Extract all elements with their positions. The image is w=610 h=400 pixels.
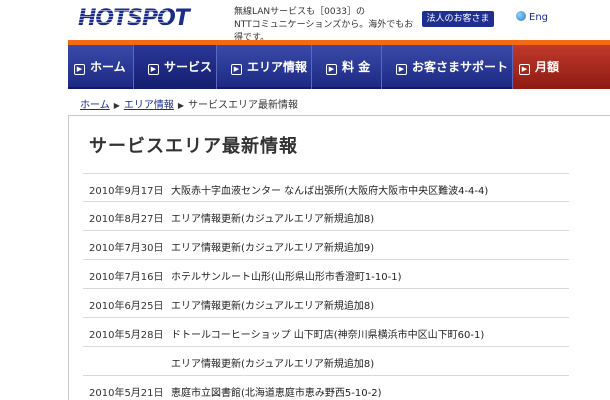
logo-stripes — [68, 8, 168, 32]
nav-item-home[interactable]: ▶ ホーム — [68, 45, 134, 89]
page-title: サービスエリア最新情報 — [89, 136, 298, 157]
nav-item-label: エリア情報 — [247, 60, 308, 74]
news-text: ホテルサンルート山形(山形県山形市香澄町1-10-1) — [171, 272, 402, 283]
news-date: 2010年5月28日 — [89, 330, 164, 341]
nav-item-label: 料 金 — [342, 60, 371, 74]
nav-item-service[interactable]: ▶ サービス — [134, 45, 217, 89]
news-text: エリア情報更新(カジュアルエリア新規追加9) — [171, 243, 375, 254]
news-text: 大阪赤十字血液センター なんば出張所(大阪府大阪市中央区難波4-4-4) — [171, 186, 489, 197]
news-text: エリア情報更新(カジュアルエリア新規追加8) — [171, 214, 375, 225]
tagline-line-1: 無線LANサービスも［0033］の — [234, 7, 366, 17]
corporate-customers-button[interactable]: 法人のお客さま — [422, 11, 494, 27]
news-date: 2010年8月27日 — [89, 214, 164, 225]
breadcrumb-separator-icon: ▶ — [113, 101, 120, 110]
news-date: 2010年7月30日 — [89, 243, 164, 254]
arrow-right-icon: ▶ — [148, 64, 159, 75]
globe-icon — [516, 11, 526, 21]
english-link-label: Eng — [529, 12, 549, 23]
site-header: HOTSPOT 無線LANサービスも［0033］の NTTコミュニケーションズか… — [0, 0, 610, 43]
news-list: 2010年9月17日 大阪赤十字血液センター なんば出張所(大阪府大阪市中央区難… — [83, 173, 569, 400]
list-item: 2010年7月30日 エリア情報更新(カジュアルエリア新規追加9) — [83, 231, 569, 260]
nav-item-label: ホーム — [90, 60, 126, 74]
nav-item-label: 月額 — [535, 60, 560, 74]
list-item: 2010年9月17日 大阪赤十字血液センター なんば出張所(大阪府大阪市中央区難… — [83, 173, 569, 202]
arrow-right-icon: ▶ — [231, 64, 242, 75]
list-item: 2010年8月27日 エリア情報更新(カジュアルエリア新規追加8) — [83, 202, 569, 231]
nav-item-monthly[interactable]: ▶ 月額 — [513, 45, 610, 89]
nav-item-label: サービス — [164, 60, 213, 74]
news-date: 2010年9月17日 — [89, 186, 164, 197]
breadcrumb-separator-icon: ▶ — [177, 101, 185, 110]
news-text: エリア情報更新(カジュアルエリア新規追加8) — [171, 301, 375, 312]
breadcrumb-area-link[interactable]: エリア情報 — [124, 100, 174, 111]
news-date: 2010年7月16日 — [89, 272, 164, 283]
nav-item-support[interactable]: ▶ お客さまサポート — [382, 45, 513, 89]
main-content: サービスエリア最新情報 2010年9月17日 大阪赤十字血液センター なんば出張… — [68, 115, 610, 400]
news-text: エリア情報更新(カジュアルエリア新規追加8) — [171, 359, 375, 370]
hotspot-logo[interactable]: HOTSPOT — [68, 6, 228, 32]
list-item: 2010年7月16日 ホテルサンルート山形(山形県山形市香澄町1-10-1) — [83, 260, 569, 289]
list-item: 2010年5月28日 ドトールコーヒーショップ 山下町店(神奈川県横浜市中区山下… — [83, 318, 569, 347]
global-nav: ▶ ホーム ▶ サービス ▶ エリア情報 ▶ 料 金 ▶ お客さまサポート ▶ 月額 — [68, 45, 610, 89]
nav-item-label: お客さまサポート — [412, 60, 509, 74]
news-text: ドトールコーヒーショップ 山下町店(神奈川県横浜市中区山下町60-1) — [171, 330, 485, 341]
english-link[interactable]: Eng — [516, 11, 548, 23]
list-item: 2010年6月25日 エリア情報更新(カジュアルエリア新規追加8) — [83, 289, 569, 318]
news-date: 2010年5月21日 — [89, 388, 164, 399]
breadcrumb-home-link[interactable]: ホーム — [80, 100, 110, 111]
arrow-right-icon: ▶ — [396, 64, 407, 75]
list-item: エリア情報更新(カジュアルエリア新規追加8) — [83, 347, 569, 376]
breadcrumb-current: サービスエリア最新情報 — [188, 100, 299, 111]
breadcrumb: ホーム ▶ エリア情報 ▶ サービスエリア最新情報 — [80, 96, 298, 111]
arrow-right-icon: ▶ — [519, 64, 530, 75]
news-date: 2010年6月25日 — [89, 301, 164, 312]
news-text: 恵庭市立図書館(北海道恵庭市恵み野西5-10-2) — [171, 388, 382, 399]
nav-item-area-info[interactable]: ▶ エリア情報 — [217, 45, 312, 89]
list-item: 2010年5月21日 恵庭市立図書館(北海道恵庭市恵み野西5-10-2) — [83, 376, 569, 400]
nav-item-pricing[interactable]: ▶ 料 金 — [312, 45, 382, 89]
arrow-right-icon: ▶ — [74, 64, 85, 75]
arrow-right-icon: ▶ — [326, 64, 337, 75]
